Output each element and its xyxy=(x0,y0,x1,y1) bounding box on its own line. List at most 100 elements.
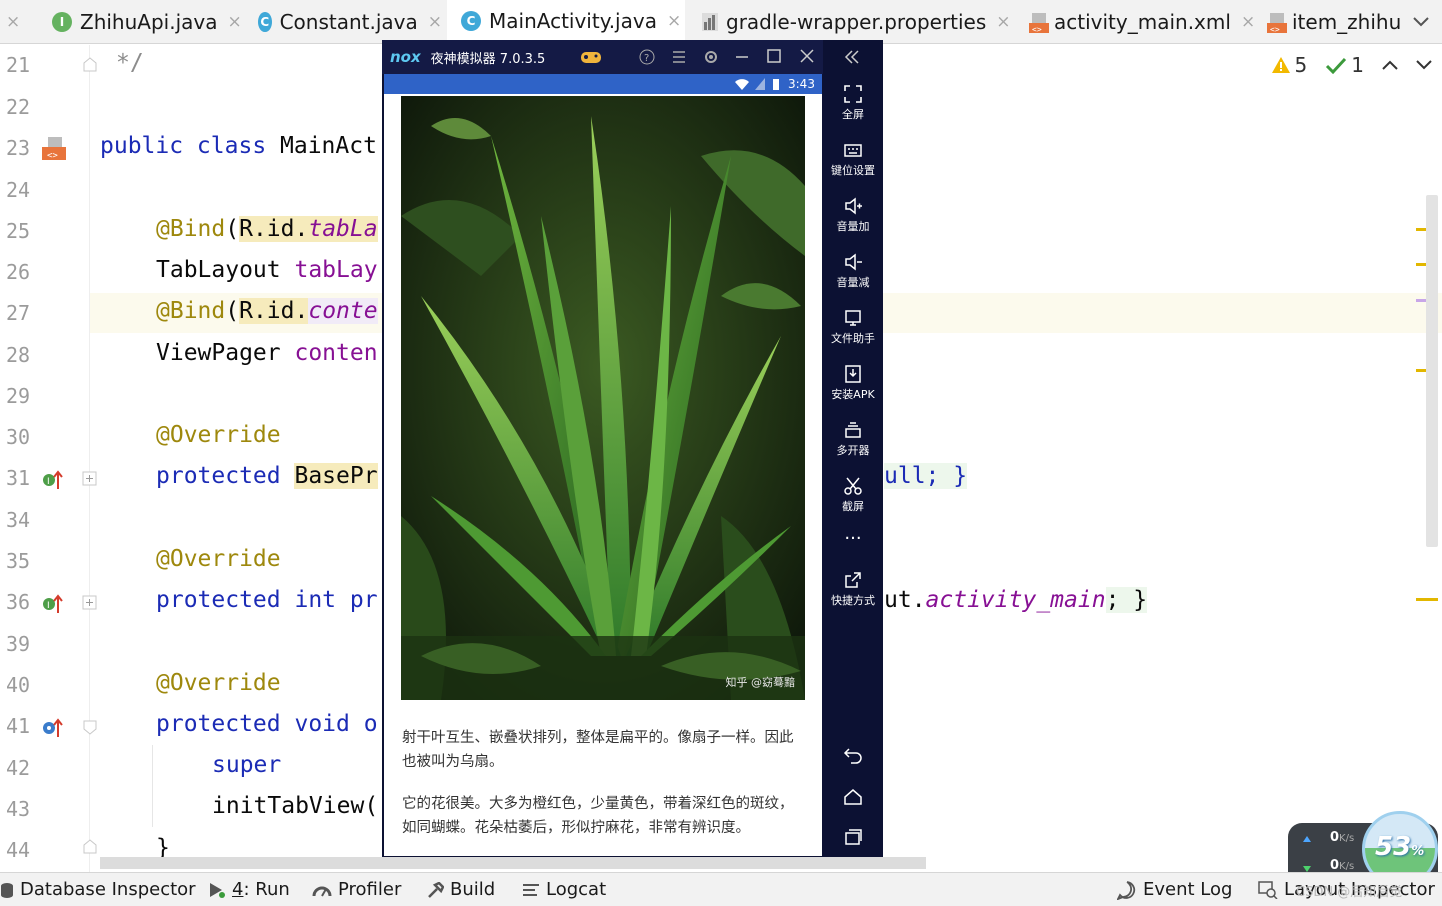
maximize-icon[interactable] xyxy=(767,49,781,63)
tool-label: Build xyxy=(450,879,496,900)
vertical-scrollbar[interactable] xyxy=(1426,195,1438,547)
inspection-widget[interactable]: 5 1 xyxy=(1271,53,1432,77)
sidebar-file-assistant[interactable]: 文件助手 xyxy=(823,308,883,346)
implements-gutter-icon[interactable]: I xyxy=(42,469,64,491)
tab-label: item_zhihu xyxy=(1292,10,1402,34)
sidebar-keymap[interactable]: 键位设置 xyxy=(823,140,883,178)
line-number: 27 xyxy=(6,301,31,325)
sidebar-shortcut[interactable]: 快捷方式 xyxy=(823,570,883,608)
tab-constant[interactable]: C Constant.java × xyxy=(258,0,442,44)
implements-gutter-icon[interactable]: I xyxy=(42,593,64,615)
sidebar-more-button[interactable]: ··· xyxy=(823,528,883,549)
emulator-title-bar[interactable]: nox 夜神模拟器 7.0.3.5 ? xyxy=(382,40,823,74)
warning-stripe-mark[interactable] xyxy=(1416,598,1438,601)
code-keyword: public class xyxy=(100,133,281,159)
line-number: 26 xyxy=(6,260,31,284)
fold-expand-icon[interactable] xyxy=(82,471,98,487)
next-highlight-icon[interactable] xyxy=(1416,60,1432,70)
overrides-gutter-icon[interactable] xyxy=(42,717,64,739)
csdn-watermark: CSDN @后知后觉 xyxy=(1296,885,1403,900)
collapse-sidebar-icon[interactable] xyxy=(843,49,861,65)
tab-gradle-wrapper[interactable]: gradle-wrapper.properties × xyxy=(700,0,1011,44)
tool-build[interactable]: Build xyxy=(426,879,495,900)
code-keyword: protected void xyxy=(156,711,364,737)
home-icon[interactable] xyxy=(843,788,863,806)
tool-label-text: : Run xyxy=(243,879,290,900)
network-speed-widget[interactable]: 0K/s 0K/s 53% xyxy=(1288,811,1438,872)
speed-unit: K/s xyxy=(1339,833,1355,844)
class-file-icon: C xyxy=(258,12,272,32)
tab-activity-main-xml[interactable]: <> activity_main.xml × xyxy=(1028,0,1255,44)
upload-speed: 0K/s xyxy=(1330,830,1354,845)
sidebar-multi-instance[interactable]: 多开器 xyxy=(823,420,883,458)
tab-zhihuapi[interactable]: I ZhihuApi.java × xyxy=(52,0,244,44)
code-line: @Bind(R.id.tabLa xyxy=(156,216,378,242)
previous-highlight-icon[interactable] xyxy=(1382,60,1398,70)
warning-icon xyxy=(1271,57,1290,73)
tool-run[interactable]: 4: Run xyxy=(208,879,290,900)
tab-mainactivity[interactable]: C MainActivity.java × xyxy=(447,0,685,44)
settings-gear-icon[interactable] xyxy=(703,49,719,65)
ok-count[interactable]: 1 xyxy=(1325,53,1364,77)
tab-close-icon[interactable]: × xyxy=(6,12,20,32)
line-number: 43 xyxy=(6,797,31,821)
tool-logcat[interactable]: Logcat xyxy=(522,879,606,900)
wifi-icon xyxy=(735,79,749,90)
tab-label: activity_main.xml xyxy=(1054,10,1231,34)
logcat-icon xyxy=(523,883,539,896)
horizontal-scrollbar[interactable] xyxy=(100,857,926,869)
memory-ball[interactable]: 53% xyxy=(1362,811,1438,872)
sidebar-fullscreen[interactable]: 全屏 xyxy=(823,84,883,122)
sidebar-label: 快捷方式 xyxy=(831,594,875,607)
sidebar-volume-down[interactable]: 音量减 xyxy=(823,252,883,290)
help-icon[interactable]: ? xyxy=(639,49,655,65)
class-file-icon: C xyxy=(461,10,481,31)
run-icon xyxy=(210,882,225,898)
tab-item-zhihu[interactable]: <> item_zhihu xyxy=(1266,0,1406,44)
speed-unit: K/s xyxy=(1339,861,1355,872)
fold-start-icon[interactable] xyxy=(82,719,98,735)
interface-file-icon: I xyxy=(52,12,72,32)
tool-event-log[interactable]: Event Log xyxy=(1117,879,1232,900)
tab-close-icon[interactable]: × xyxy=(428,12,442,32)
multi-instance-icon xyxy=(845,422,861,438)
warnings-count[interactable]: 5 xyxy=(1271,53,1308,77)
fold-end-icon[interactable] xyxy=(82,57,98,73)
line-number: 25 xyxy=(6,219,31,243)
minimize-icon[interactable] xyxy=(735,49,749,63)
back-icon[interactable] xyxy=(843,746,863,764)
tab-list-dropdown[interactable] xyxy=(1406,0,1436,44)
tab-overflow-left[interactable]: × xyxy=(0,0,36,44)
emulator-title: 夜神模拟器 7.0.3.5 xyxy=(430,51,546,67)
close-icon[interactable] xyxy=(800,49,814,63)
nox-emulator-window[interactable]: nox 夜神模拟器 7.0.3.5 ? 3:43 知乎 @窈蓦黯 射干叶互生、嵌… xyxy=(382,40,883,857)
layout-file-gutter-icon[interactable]: <> xyxy=(40,135,68,161)
gamepad-icon[interactable] xyxy=(580,48,602,66)
android-screen[interactable]: 知乎 @窈蓦黯 射干叶互生、嵌叠状排列，整体是扁平的。像扇子一样。因此也被叫为乌… xyxy=(384,94,822,856)
sidebar-screenshot[interactable]: 截屏 xyxy=(823,476,883,514)
warnings-count-text: 5 xyxy=(1294,53,1308,77)
code-line: @Bind(R.id.conte xyxy=(156,298,378,324)
tool-profiler[interactable]: Profiler xyxy=(312,879,401,900)
sidebar-label: 多开器 xyxy=(836,444,870,457)
volume-down-icon xyxy=(845,253,862,271)
tab-close-icon[interactable]: × xyxy=(227,12,241,32)
screenshot-icon xyxy=(844,477,862,495)
tab-label: Constant.java xyxy=(279,10,418,34)
properties-file-icon xyxy=(700,12,720,32)
sidebar-install-apk[interactable]: 安装APK xyxy=(823,364,883,402)
line-number: 30 xyxy=(6,425,31,449)
sidebar-volume-up[interactable]: 音量加 xyxy=(823,196,883,234)
menu-icon[interactable] xyxy=(672,50,686,64)
recent-apps-icon[interactable] xyxy=(843,828,863,846)
tab-close-icon[interactable]: × xyxy=(996,12,1010,32)
tool-database-inspector[interactable]: Database Inspector xyxy=(0,879,196,900)
line-number: 22 xyxy=(6,95,31,119)
fold-end-icon[interactable] xyxy=(82,839,98,855)
tab-close-icon[interactable]: × xyxy=(1241,12,1255,32)
fold-expand-icon[interactable] xyxy=(82,595,98,611)
tab-close-icon[interactable]: × xyxy=(667,11,681,31)
code-line: super xyxy=(212,752,281,778)
status-time: 3:43 xyxy=(788,77,815,91)
install-apk-icon xyxy=(845,365,861,383)
